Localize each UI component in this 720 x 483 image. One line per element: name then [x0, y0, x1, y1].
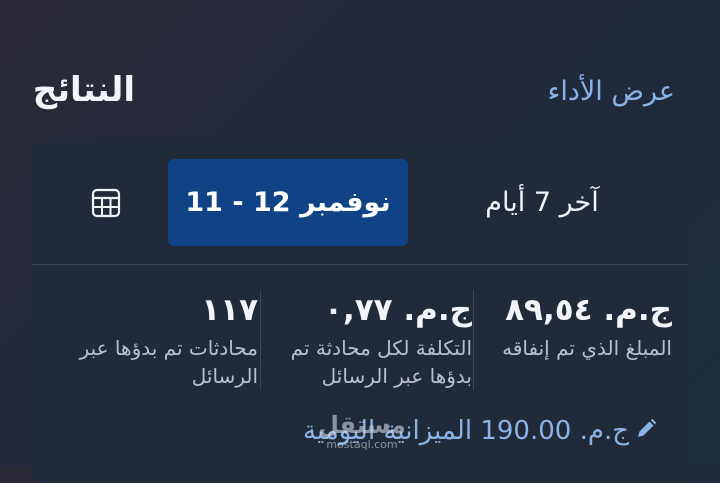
view-performance-link[interactable]: عرض الأداء [520, 76, 675, 107]
metric-value: ج.م. ٠,٧٧ [324, 292, 472, 328]
metric-label: المبلغ الذي تم إنفاقه [502, 336, 672, 360]
page-title: النتائج [32, 70, 135, 110]
metric-value: ج.م. ٨٩,٥٤ [505, 292, 672, 328]
last-7-days-button[interactable]: آخر 7 أيام [442, 159, 642, 246]
metric-cost-per-conversation: ج.م. ٠,٧٧ التكلفة لكل محادثة تم بدؤها عب… [272, 290, 472, 390]
metric-divider [260, 290, 261, 390]
metric-label: التكلفة لكل محادثة تم بدؤها عبر الرسائل [290, 336, 472, 388]
metric-label: محادثات تم بدؤها عبر الرسائل [79, 336, 258, 388]
metric-conversations-started: ١١٧ محادثات تم بدؤها عبر الرسائل [62, 290, 258, 390]
metric-amount-spent: ج.م. ٨٩,٥٤ المبلغ الذي تم إنفاقه [487, 290, 672, 362]
pencil-icon [635, 418, 657, 444]
watermark-logo: مستقل mostaql.com [312, 412, 412, 458]
metric-value: ١١٧ [201, 292, 258, 328]
date-range-label: 11 - 12 نوفمبر [185, 187, 391, 218]
watermark-mark: مستقل [318, 411, 406, 439]
table-grid-icon[interactable] [90, 187, 122, 219]
metric-divider [473, 290, 474, 390]
divider [32, 264, 688, 265]
last-7-days-label: آخر 7 أيام [485, 187, 599, 218]
date-range-button[interactable]: 11 - 12 نوفمبر [168, 159, 408, 246]
watermark-domain: mostaql.com [326, 438, 398, 451]
